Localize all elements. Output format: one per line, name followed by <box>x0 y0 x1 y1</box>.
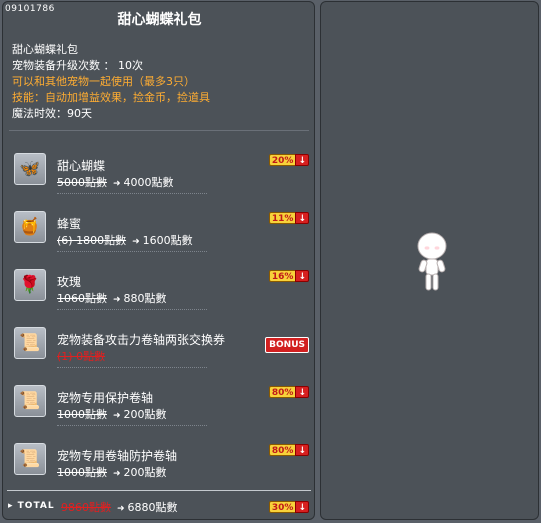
item-divider <box>57 367 207 368</box>
discount-badge: 16% ↓ <box>268 270 309 282</box>
package-title: 甜心蝴蝶礼包 <box>117 12 202 28</box>
item-name: 宠物专用保护卷轴 <box>57 391 154 405</box>
total-new-price: 6880點數 <box>127 501 178 514</box>
item-price: 1000點數 ➜ 200點數 <box>57 464 167 480</box>
description-divider <box>9 130 309 131</box>
discount-percent: 80% <box>268 386 296 398</box>
butterfly-pet-icon: 🦋 <box>14 153 46 185</box>
item-name: 宠物专用卷轴防护卷轴 <box>57 449 178 463</box>
discount-badge: 80% ↓ <box>268 386 309 398</box>
total-discount-badge: 30% ↓ <box>268 501 309 513</box>
package-detail-panel: 09101786 甜心蝴蝶礼包 甜心蝴蝶礼包 宠物装备升级次数 ： 10次 可以… <box>2 1 315 520</box>
rose-icon: 🌹 <box>14 269 46 301</box>
total-label: ▸ TOTAL <box>8 501 55 511</box>
package-item[interactable]: 🦋 甜心蝴蝶 5000點數 ➜ 4000點數 20% ↓ <box>11 143 311 195</box>
total-old-price: 9860點數 <box>61 501 111 514</box>
discount-percent: 11% <box>268 212 296 224</box>
old-price: 1060點數 <box>57 292 107 305</box>
new-price: 4000點數 <box>123 176 174 189</box>
character-preview-icon <box>417 232 447 291</box>
item-divider <box>57 309 207 310</box>
item-price: (1) 0點數 <box>57 348 105 364</box>
description-upgrade: 宠物装备升级次数 ： 10次 <box>12 59 143 72</box>
old-price: 1000點數 <box>57 408 107 421</box>
description-name: 甜心蝴蝶礼包 <box>12 43 78 56</box>
total-label-text: TOTAL <box>17 501 55 511</box>
arrow-icon: ➜ <box>113 411 121 421</box>
down-arrow-icon: ↓ <box>295 386 309 398</box>
item-price: 1000點數 ➜ 200點數 <box>57 406 167 422</box>
total-discount-percent: 30% <box>268 501 296 513</box>
package-item[interactable]: 📜 宠物专用卷轴防护卷轴 1000點數 ➜ 200點數 80% ↓ <box>11 433 311 485</box>
honey-icon: 🍯 <box>14 211 46 243</box>
character-preview-panel <box>320 1 539 520</box>
down-arrow-icon: ↓ <box>295 212 309 224</box>
arrow-icon: ➜ <box>132 237 140 247</box>
new-price: 1600點數 <box>142 234 193 247</box>
arrow-icon: ➜ <box>113 179 121 189</box>
item-divider <box>57 193 207 194</box>
down-arrow-icon: ↓ <box>295 444 309 456</box>
old-price: 5000點數 <box>57 176 107 189</box>
new-price: 200點數 <box>123 408 167 421</box>
protect-scroll-icon: 📜 <box>14 385 46 417</box>
arrow-icon: ➜ <box>113 469 121 479</box>
package-item[interactable]: 📜 宠物装备攻击力卷轴两张交换券 (1) 0點數 BONUS <box>11 317 311 369</box>
discount-percent: 16% <box>268 270 296 282</box>
new-price: 880點數 <box>123 292 167 305</box>
old-price: 1000點數 <box>57 466 107 479</box>
old-price: (1) 0點數 <box>57 350 106 363</box>
description-usable: 可以和其他宠物一起使用（最多3只） <box>12 75 195 88</box>
down-arrow-icon: ↓ <box>295 270 309 282</box>
item-name: 宠物装备攻击力卷轴两张交换券 <box>57 333 226 347</box>
total-row: ▸ TOTAL 9860點數 ➜ 6880點數 30% ↓ <box>8 499 311 515</box>
description-duration: 魔法时效：90天 <box>12 107 92 120</box>
package-item[interactable]: 🌹 玫瑰 1060點數 ➜ 880點數 16% ↓ <box>11 259 311 311</box>
discount-badge: 80% ↓ <box>268 444 309 456</box>
down-arrow-icon: ↓ <box>295 154 309 166</box>
item-price: 5000點數 ➜ 4000點數 <box>57 174 174 190</box>
item-divider <box>57 425 207 426</box>
discount-percent: 80% <box>268 444 296 456</box>
discount-percent: 20% <box>268 154 296 166</box>
package-description: 甜心蝴蝶礼包 宠物装备升级次数 ： 10次 可以和其他宠物一起使用（最多3只） … <box>12 42 210 122</box>
item-name: 蜂蜜 <box>57 217 82 231</box>
arrow-icon: ➜ <box>113 295 121 305</box>
down-arrow-icon: ↓ <box>295 501 309 513</box>
exchange-coupon-icon: 📜 <box>14 327 46 359</box>
package-item[interactable]: 📜 宠物专用保护卷轴 1000點數 ➜ 200點數 80% ↓ <box>11 375 311 427</box>
total-price: 9860點數 ➜ 6880點數 <box>61 499 178 515</box>
new-price: 200點數 <box>123 466 167 479</box>
arrow-icon: ➜ <box>117 504 125 514</box>
description-skill: 技能：自动加增益效果，捡金币，捡道具 <box>12 91 210 104</box>
item-name: 玫瑰 <box>57 275 82 289</box>
discount-badge: 20% ↓ <box>268 154 309 166</box>
bonus-badge: BONUS <box>265 337 309 353</box>
package-item[interactable]: 🍯 蜂蜜 (6) 1800點數 ➜ 1600點數 11% ↓ <box>11 201 311 253</box>
old-price: (6) 1800點數 <box>57 234 127 247</box>
item-divider <box>57 251 207 252</box>
item-name: 甜心蝴蝶 <box>57 159 106 173</box>
item-price: 1060點數 ➜ 880點數 <box>57 290 167 306</box>
discount-badge: 11% ↓ <box>268 212 309 224</box>
total-divider <box>7 490 311 491</box>
item-price: (6) 1800點數 ➜ 1600點數 <box>57 232 193 248</box>
scroll-protect-scroll-icon: 📜 <box>14 443 46 475</box>
